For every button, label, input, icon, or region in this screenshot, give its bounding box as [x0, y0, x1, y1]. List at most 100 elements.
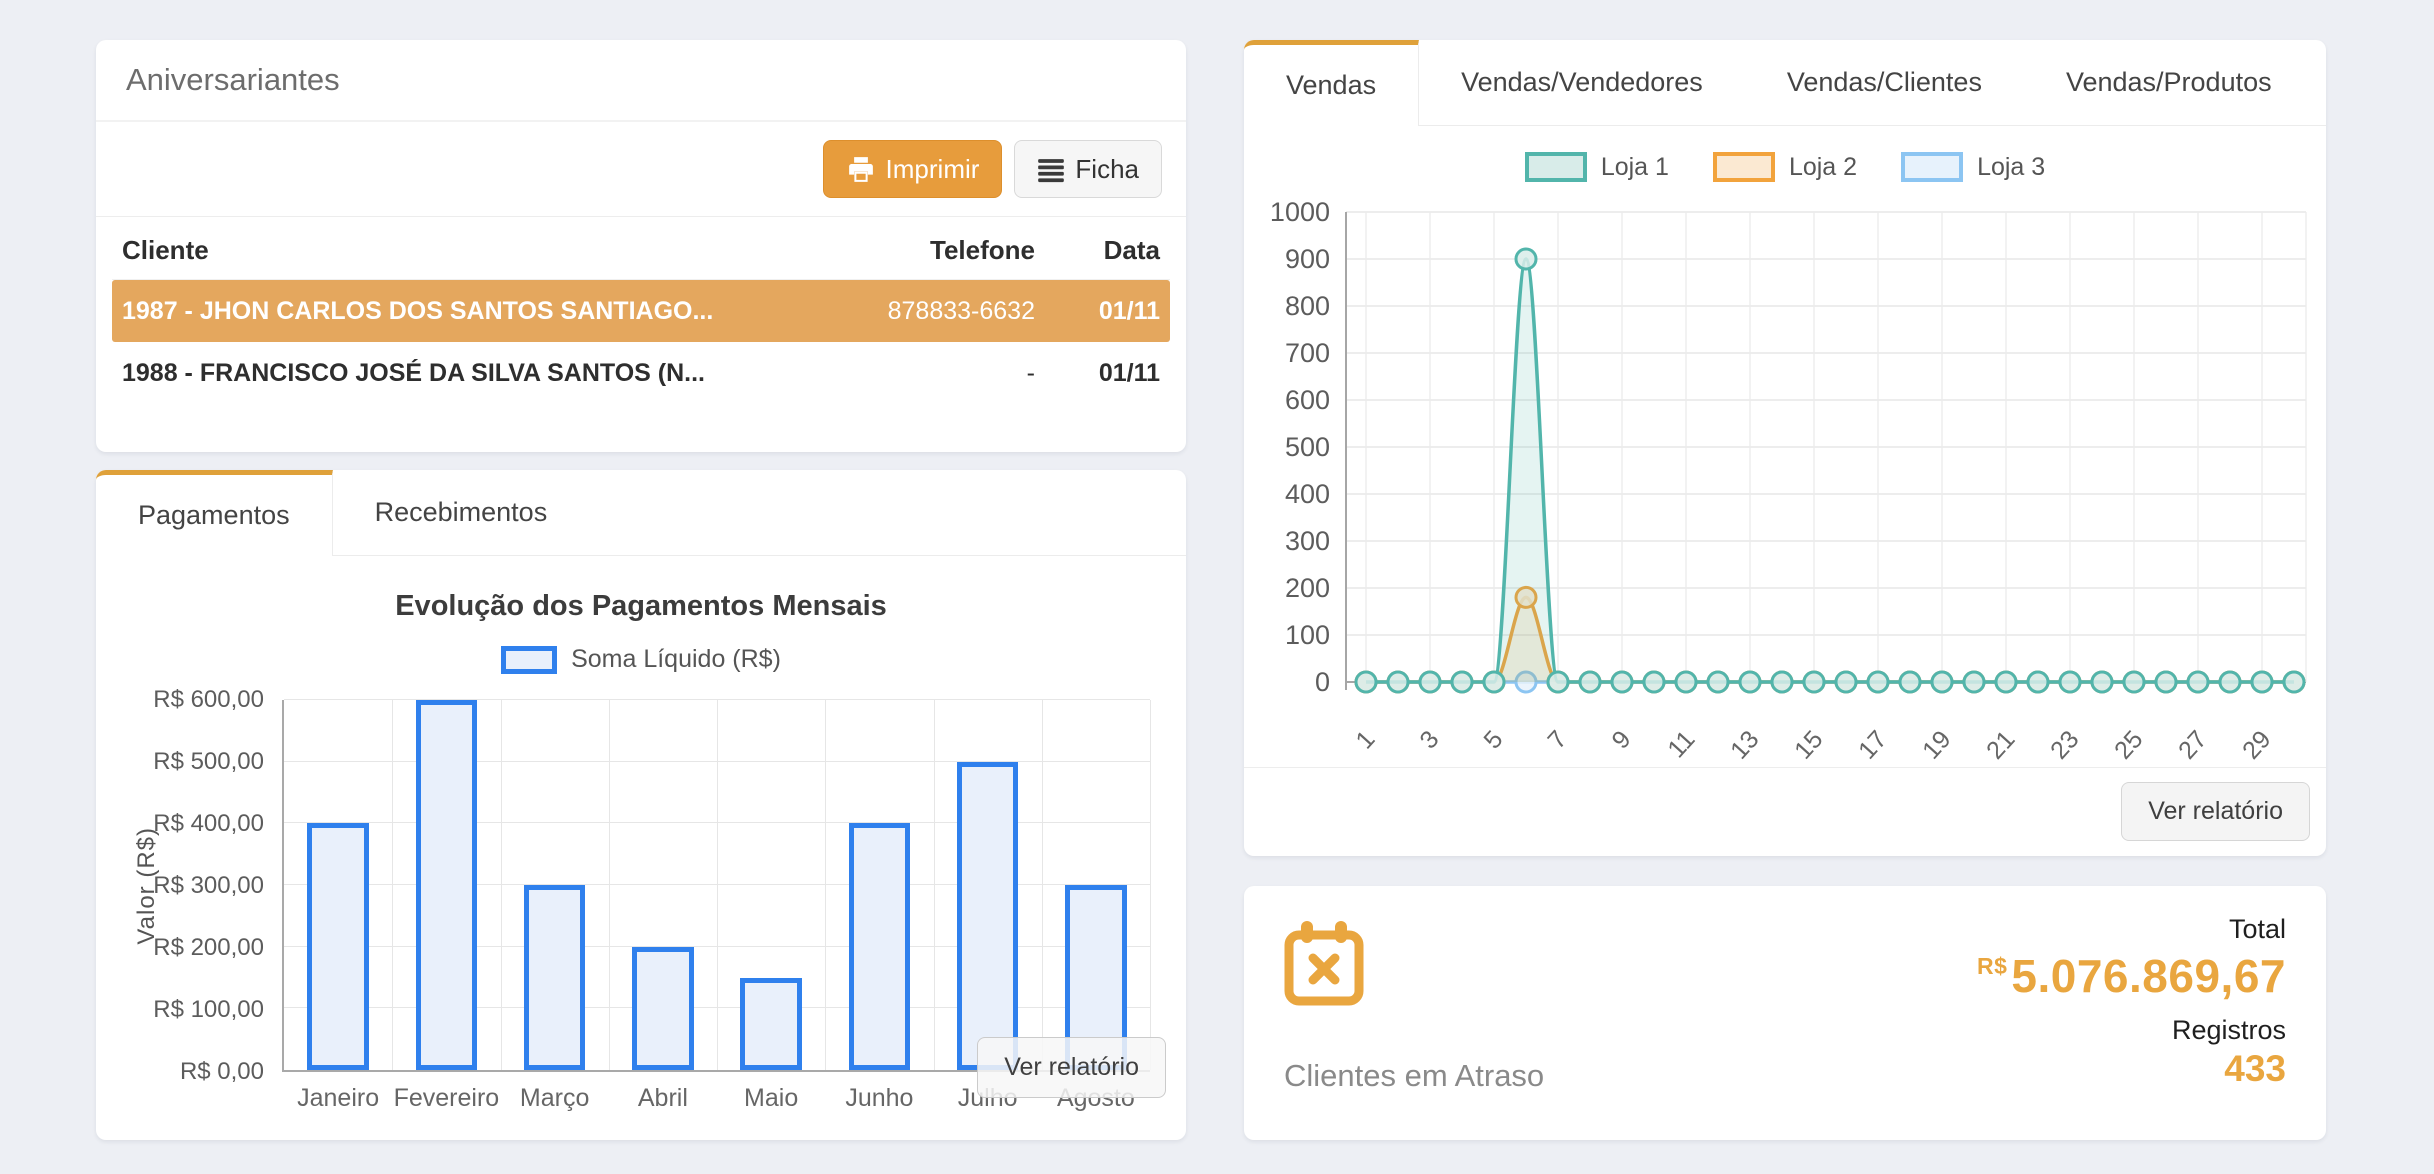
- bar-junho: [849, 823, 911, 1070]
- table-header-row: Cliente Telefone Data: [112, 221, 1170, 280]
- svg-text:3: 3: [1414, 725, 1444, 754]
- y-tick-label: R$ 500,00: [153, 748, 264, 776]
- svg-text:17: 17: [1853, 725, 1892, 760]
- ver-relatorio-pagamentos-button[interactable]: Ver relatório: [977, 1037, 1166, 1098]
- svg-text:21: 21: [1981, 725, 2020, 760]
- bar-março: [524, 885, 586, 1070]
- ficha-button[interactable]: Ficha: [1014, 140, 1162, 198]
- legend-label: Loja 1: [1601, 153, 1669, 182]
- legend-swatch: [1901, 152, 1963, 182]
- x-tick-label: Janeiro: [284, 1084, 392, 1113]
- vendas-chart-legend: Loja 1 Loja 2 Loja 3: [1244, 152, 2326, 182]
- ficha-label: Ficha: [1075, 154, 1139, 185]
- legend-swatch: [1713, 152, 1775, 182]
- pagamentos-card: Pagamentos Recebimentos Evolução dos Pag…: [96, 470, 1186, 1140]
- bar-slot: [1042, 700, 1150, 1070]
- bar-slot: [934, 700, 1042, 1070]
- legend-swatch: [1525, 152, 1587, 182]
- svg-text:13: 13: [1725, 725, 1764, 760]
- vendas-card: Vendas Vendas/Vendedores Vendas/Clientes…: [1244, 40, 2326, 856]
- tab-pagamentos[interactable]: Pagamentos: [96, 470, 333, 556]
- y-tick-label: R$ 200,00: [153, 934, 264, 962]
- svg-text:900: 900: [1285, 244, 1330, 274]
- svg-text:800: 800: [1285, 291, 1330, 321]
- x-tick-label: Fevereiro: [392, 1084, 500, 1113]
- bar-maio: [740, 978, 802, 1071]
- row-cliente: 1988 - FRANCISCO JOSÉ DA SILVA SANTOS (N…: [122, 359, 765, 388]
- svg-text:500: 500: [1285, 432, 1330, 462]
- y-tick-label: R$ 100,00: [153, 996, 264, 1024]
- legend-label: Loja 3: [1977, 153, 2045, 182]
- gridline: [1150, 700, 1151, 1070]
- bar-slot: [501, 700, 609, 1070]
- svg-text:7: 7: [1542, 725, 1572, 754]
- bar-janeiro: [307, 823, 369, 1070]
- vendas-tabstrip: Vendas Vendas/Vendedores Vendas/Clientes…: [1244, 40, 2326, 126]
- legend-swatch: [501, 646, 557, 674]
- legend-item[interactable]: Loja 1: [1525, 152, 1669, 182]
- x-tick-label: Março: [501, 1084, 609, 1113]
- table-row[interactable]: 1988 - FRANCISCO JOSÉ DA SILVA SANTOS (N…: [112, 342, 1170, 404]
- row-telefone: -: [765, 359, 1035, 388]
- svg-text:27: 27: [2173, 725, 2212, 760]
- tab-vendas-clientes[interactable]: Vendas/Clientes: [1745, 40, 2024, 126]
- bar-slot: [825, 700, 933, 1070]
- row-telefone: 878833-6632: [765, 297, 1035, 326]
- svg-text:23: 23: [2045, 725, 2084, 760]
- tab-vendas-produtos[interactable]: Vendas/Produtos: [2024, 40, 2314, 126]
- row-cliente: 1987 - JHON CARLOS DOS SANTOS SANTIAGO..…: [122, 297, 765, 326]
- calendar-x-icon: [1284, 920, 1364, 1013]
- svg-text:15: 15: [1789, 725, 1828, 760]
- ver-relatorio-vendas-button[interactable]: Ver relatório: [2121, 782, 2310, 841]
- aniversariantes-toolbar: Imprimir Ficha: [96, 122, 1186, 217]
- aniversariantes-table: Cliente Telefone Data 1987 - JHON CARLOS…: [112, 221, 1170, 404]
- vendas-line-chart: 0100200300400500600700800900100013579111…: [1254, 188, 2314, 760]
- bar-chart-title: Evolução dos Pagamentos Mensais: [96, 590, 1186, 623]
- bar-julho: [957, 762, 1019, 1070]
- tabstrip-filler: [589, 470, 1186, 556]
- svg-text:100: 100: [1285, 620, 1330, 650]
- svg-text:600: 600: [1285, 385, 1330, 415]
- atraso-stats: Total R$5.076.869,67 Registros 433: [1977, 914, 2286, 1090]
- svg-text:19: 19: [1917, 725, 1956, 760]
- y-tick-label: R$ 0,00: [180, 1058, 264, 1086]
- header-cliente: Cliente: [122, 235, 765, 266]
- svg-text:400: 400: [1285, 479, 1330, 509]
- clientes-em-atraso-card: Clientes em Atraso Total R$5.076.869,67 …: [1244, 886, 2326, 1140]
- tab-vendas-vendedores[interactable]: Vendas/Vendedores: [1419, 40, 1745, 126]
- currency-symbol: R$: [1977, 953, 2007, 979]
- aniversariantes-title: Aniversariantes: [96, 40, 1186, 122]
- tab-vendas[interactable]: Vendas: [1244, 40, 1419, 126]
- svg-text:9: 9: [1606, 725, 1636, 754]
- registros-value: 433: [1977, 1048, 2286, 1090]
- header-telefone: Telefone: [765, 235, 1035, 266]
- svg-text:25: 25: [2109, 725, 2148, 760]
- x-tick-label: Junho: [825, 1084, 933, 1113]
- bar-fevereiro: [416, 700, 478, 1070]
- svg-text:200: 200: [1285, 573, 1330, 603]
- header-data: Data: [1035, 235, 1160, 266]
- svg-text:300: 300: [1285, 526, 1330, 556]
- legend-label: Loja 2: [1789, 153, 1857, 182]
- bar-abril: [632, 947, 694, 1070]
- registros-label: Registros: [1977, 1015, 2286, 1046]
- bar-slot: [284, 700, 392, 1070]
- imprimir-button[interactable]: Imprimir: [823, 140, 1003, 198]
- svg-text:0: 0: [1315, 667, 1330, 697]
- x-tick-label: Abril: [609, 1084, 717, 1113]
- svg-text:1: 1: [1350, 725, 1380, 754]
- svg-text:700: 700: [1285, 338, 1330, 368]
- legend-item[interactable]: Loja 2: [1713, 152, 1857, 182]
- vendas-card-footer: Ver relatório: [1244, 767, 2326, 856]
- tab-recebimentos[interactable]: Recebimentos: [333, 470, 590, 556]
- row-data: 01/11: [1035, 297, 1160, 326]
- bar-slot: [609, 700, 717, 1070]
- legend-item[interactable]: Loja 3: [1901, 152, 2045, 182]
- legend-label: Soma Líquido (R$): [571, 645, 781, 674]
- total-value: R$5.076.869,67: [1977, 949, 2286, 1003]
- dashboard: Aniversariantes Imprimir: [0, 0, 2434, 1174]
- y-tick-label: R$ 600,00: [153, 686, 264, 714]
- y-tick-label: R$ 300,00: [153, 872, 264, 900]
- table-row[interactable]: 1987 - JHON CARLOS DOS SANTOS SANTIAGO..…: [112, 280, 1170, 342]
- imprimir-label: Imprimir: [886, 154, 980, 185]
